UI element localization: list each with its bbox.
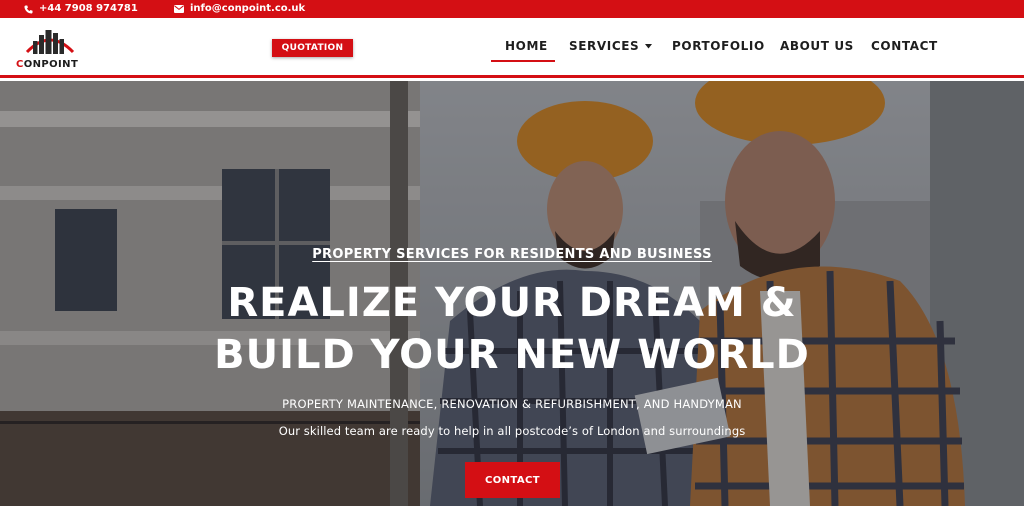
hero-section: PROPERTY SERVICES FOR RESIDENTS AND BUSI… xyxy=(0,81,1024,506)
building-roof-logo-icon xyxy=(25,30,75,54)
nav-item-about-us[interactable]: ABOUT US xyxy=(780,39,854,53)
nav-item-services-label: SERVICES xyxy=(569,39,640,53)
nav-item-contact[interactable]: CONTACT xyxy=(871,39,938,53)
envelope-icon xyxy=(174,5,184,13)
hero-description: PROPERTY MAINTENANCE, RENOVATION & REFUR… xyxy=(282,397,742,411)
hero-contact-button[interactable]: CONTACT xyxy=(465,462,560,498)
caret-down-icon xyxy=(645,43,653,48)
email-address: info@conpoint.co.uk xyxy=(190,3,306,14)
main-navbar: CONPOINT QUOTATION HOME SERVICES PORTOFO… xyxy=(0,18,1024,78)
nav-item-home[interactable]: HOME xyxy=(505,39,548,53)
hero-title-line-2: BUILD YOUR NEW WORLD xyxy=(214,332,810,378)
phone-contact[interactable]: +44 7908 974781 xyxy=(24,3,138,15)
nav-item-services[interactable]: SERVICES xyxy=(569,39,653,53)
top-contact-bar: +44 7908 974781 info@conpoint.co.uk xyxy=(0,0,1024,18)
nav-item-portofolio[interactable]: PORTOFOLIO xyxy=(672,39,765,53)
hero-tagline: Our skilled team are ready to help in al… xyxy=(278,424,746,438)
phone-icon xyxy=(24,4,33,14)
brand-name: CONPOINT xyxy=(16,59,78,70)
brand-name-initial: C xyxy=(16,59,24,70)
quotation-button[interactable]: QUOTATION xyxy=(272,39,353,57)
active-nav-indicator xyxy=(491,60,555,62)
hero-title-line-1: REALIZE YOUR DREAM & xyxy=(227,280,797,326)
email-contact[interactable]: info@conpoint.co.uk xyxy=(174,3,305,15)
brand-name-rest: ONPOINT xyxy=(23,59,79,70)
phone-number: +44 7908 974781 xyxy=(39,3,138,14)
hero-subtitle[interactable]: PROPERTY SERVICES FOR RESIDENTS AND BUSI… xyxy=(0,247,1024,262)
brand-logo[interactable]: CONPOINT xyxy=(16,26,84,72)
